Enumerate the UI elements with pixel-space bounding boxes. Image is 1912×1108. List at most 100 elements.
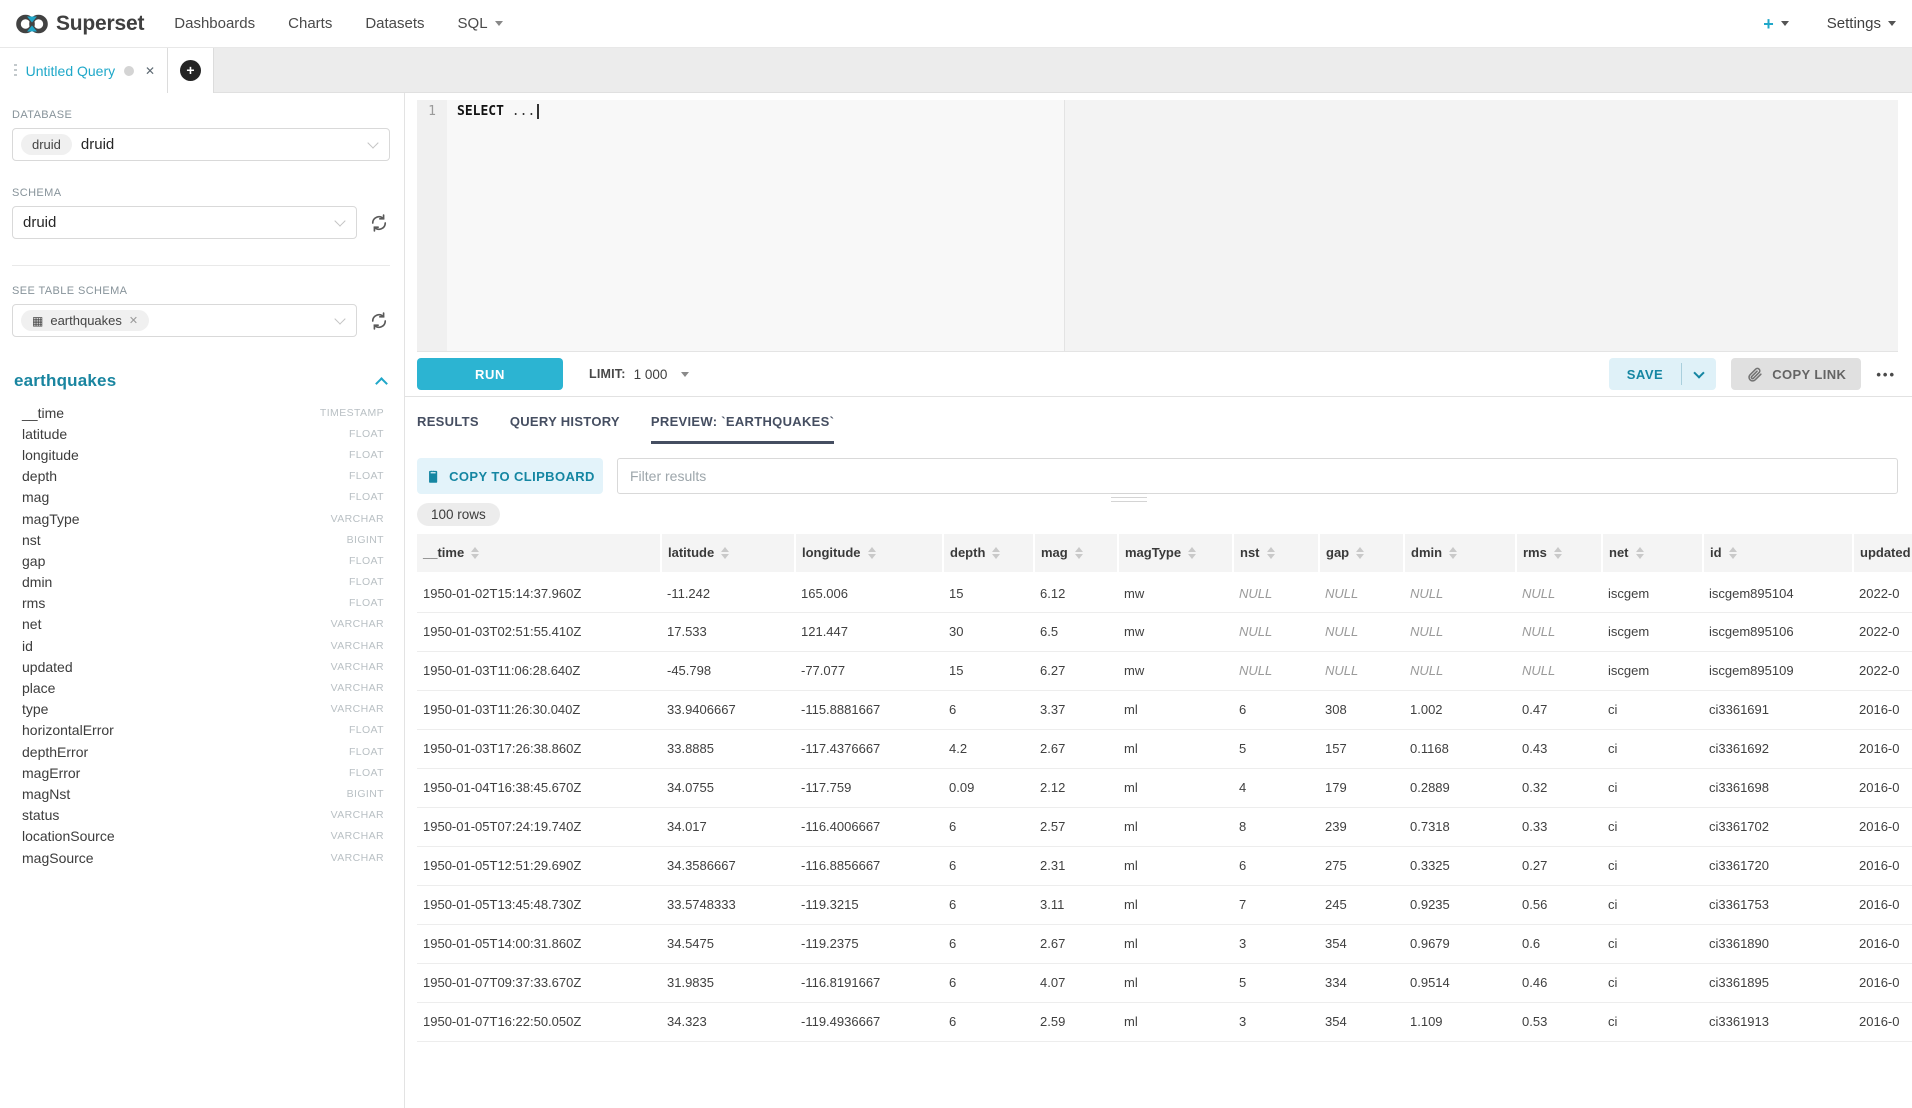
print-margin-shade	[1065, 100, 1898, 351]
copy-to-clipboard-button[interactable]: COPY TO CLIPBOARD	[417, 458, 603, 494]
remove-table-icon[interactable]: ✕	[129, 314, 138, 327]
tab-untitled-query[interactable]: Untitled Query 1 ✕	[0, 48, 168, 93]
add-tab-button[interactable]: +	[180, 60, 201, 81]
sort-icon[interactable]	[1267, 547, 1275, 559]
column-header-latitude[interactable]: latitude	[661, 534, 795, 573]
table-grid-icon: ▦	[32, 315, 43, 327]
database-select[interactable]: druid druid	[12, 128, 390, 161]
column-header-magType[interactable]: magType	[1118, 534, 1233, 573]
column-header-depth[interactable]: depth	[943, 534, 1034, 573]
filter-results-input[interactable]	[617, 458, 1898, 494]
table-cell: mw	[1118, 573, 1233, 612]
collapse-chevron-icon[interactable]	[375, 377, 388, 390]
column-header-longitude[interactable]: longitude	[795, 534, 943, 573]
table-cell: 4.2	[943, 729, 1034, 768]
main-menu: Dashboards Charts Datasets SQL	[174, 15, 502, 32]
tab-results[interactable]: RESULTS	[417, 414, 479, 444]
nav-item-sql[interactable]: SQL	[458, 15, 503, 32]
column-type: FLOAT	[349, 491, 384, 503]
table-cell: NULL	[1404, 612, 1516, 651]
nav-item-charts[interactable]: Charts	[288, 15, 332, 32]
column-header-nst[interactable]: nst	[1233, 534, 1319, 573]
column-type: VARCHAR	[331, 640, 384, 652]
column-header-updated[interactable]: updated	[1853, 534, 1912, 573]
save-dropdown-button[interactable]	[1682, 358, 1716, 390]
chevron-down-icon	[1694, 367, 1705, 378]
table-schema-title[interactable]: earthquakes	[14, 371, 116, 391]
column-header-rms[interactable]: rms	[1516, 534, 1602, 573]
table-row: 1950-01-03T11:26:30.040Z33.9406667-115.8…	[417, 690, 1912, 729]
run-button[interactable]: RUN	[417, 358, 563, 390]
table-row: 1950-01-05T14:00:31.860Z34.5475-119.2375…	[417, 924, 1912, 963]
table-cell: 30	[943, 612, 1034, 651]
table-cell: 0.56	[1516, 885, 1602, 924]
column-name: place	[22, 680, 55, 696]
refresh-tables-button[interactable]	[368, 310, 390, 332]
sort-icon[interactable]	[1356, 547, 1364, 559]
tab-query-history[interactable]: QUERY HISTORY	[510, 414, 620, 444]
column-header-id[interactable]: id	[1703, 534, 1853, 573]
table-row: 1950-01-03T02:51:55.410Z17.533121.447306…	[417, 612, 1912, 651]
table-cell: ml	[1118, 807, 1233, 846]
table-cell: 33.5748333	[661, 885, 795, 924]
chevron-down-icon	[334, 215, 345, 226]
column-type: VARCHAR	[331, 809, 384, 821]
tab-preview-earthquakes[interactable]: PREVIEW: `EARTHQUAKES`	[651, 414, 834, 444]
save-button[interactable]: SAVE	[1609, 358, 1681, 390]
column-header-mag[interactable]: mag	[1034, 534, 1118, 573]
new-item-button[interactable]: +	[1763, 15, 1789, 33]
table-cell: 1950-01-03T17:26:38.860Z	[417, 729, 661, 768]
sort-icon[interactable]	[868, 547, 876, 559]
column-name: id	[22, 638, 33, 654]
sort-icon[interactable]	[992, 547, 1000, 559]
table-cell: 34.017	[661, 807, 795, 846]
column-header-time[interactable]: __time	[417, 534, 661, 573]
table-cell: 34.3586667	[661, 846, 795, 885]
table-cell: 6	[943, 1002, 1034, 1041]
text-cursor	[537, 104, 539, 119]
query-tab-label: Untitled Query 1	[26, 63, 115, 79]
column-name: longitude	[22, 447, 79, 463]
refresh-schema-button[interactable]	[368, 212, 390, 234]
nav-item-datasets[interactable]: Datasets	[365, 15, 424, 32]
table-select[interactable]: ▦ earthquakes ✕	[12, 304, 357, 337]
table-cell: 354	[1319, 1002, 1404, 1041]
table-cell: 0.2889	[1404, 768, 1516, 807]
column-header-net[interactable]: net	[1602, 534, 1703, 573]
table-cell: 2.57	[1034, 807, 1118, 846]
column-header-dmin[interactable]: dmin	[1404, 534, 1516, 573]
table-cell: 2022-0	[1853, 573, 1912, 612]
settings-menu[interactable]: Settings	[1827, 15, 1896, 32]
superset-brand[interactable]: Superset	[14, 11, 144, 37]
table-cell: ci3361895	[1703, 963, 1853, 1002]
table-cell: ci	[1602, 1002, 1703, 1041]
table-cell: ml	[1118, 729, 1233, 768]
schema-label: SCHEMA	[12, 187, 390, 199]
pane-resize-handle[interactable]	[1111, 493, 1147, 505]
column-header-gap[interactable]: gap	[1319, 534, 1404, 573]
sort-icon[interactable]	[1075, 547, 1083, 559]
copy-link-button[interactable]: COPY LINK	[1731, 358, 1861, 390]
sql-editor[interactable]: 1 SELECT ...	[417, 100, 1898, 352]
nav-item-dashboards[interactable]: Dashboards	[174, 15, 255, 32]
sort-icon[interactable]	[1636, 547, 1644, 559]
schema-select[interactable]: druid	[12, 206, 357, 239]
close-icon[interactable]: ✕	[145, 64, 155, 78]
column-header-label: mag	[1041, 545, 1068, 560]
sort-icon[interactable]	[471, 547, 479, 559]
limit-dropdown[interactable]: LIMIT: 1 000	[589, 367, 689, 382]
sort-icon[interactable]	[1188, 547, 1196, 559]
sort-icon[interactable]	[1554, 547, 1562, 559]
sort-icon[interactable]	[1729, 547, 1737, 559]
editor-code-area[interactable]: SELECT ...	[447, 100, 1898, 351]
table-cell: 1.109	[1404, 1002, 1516, 1041]
table-cell: 0.6	[1516, 924, 1602, 963]
table-cell: 33.8885	[661, 729, 795, 768]
table-cell: ci	[1602, 807, 1703, 846]
drag-handle-icon[interactable]	[14, 64, 17, 78]
sort-icon[interactable]	[1449, 547, 1457, 559]
more-options-button[interactable]: •••	[1876, 367, 1896, 382]
column-header-label: updated	[1860, 545, 1911, 560]
sort-icon[interactable]	[721, 547, 729, 559]
column-name: __time	[22, 405, 64, 421]
